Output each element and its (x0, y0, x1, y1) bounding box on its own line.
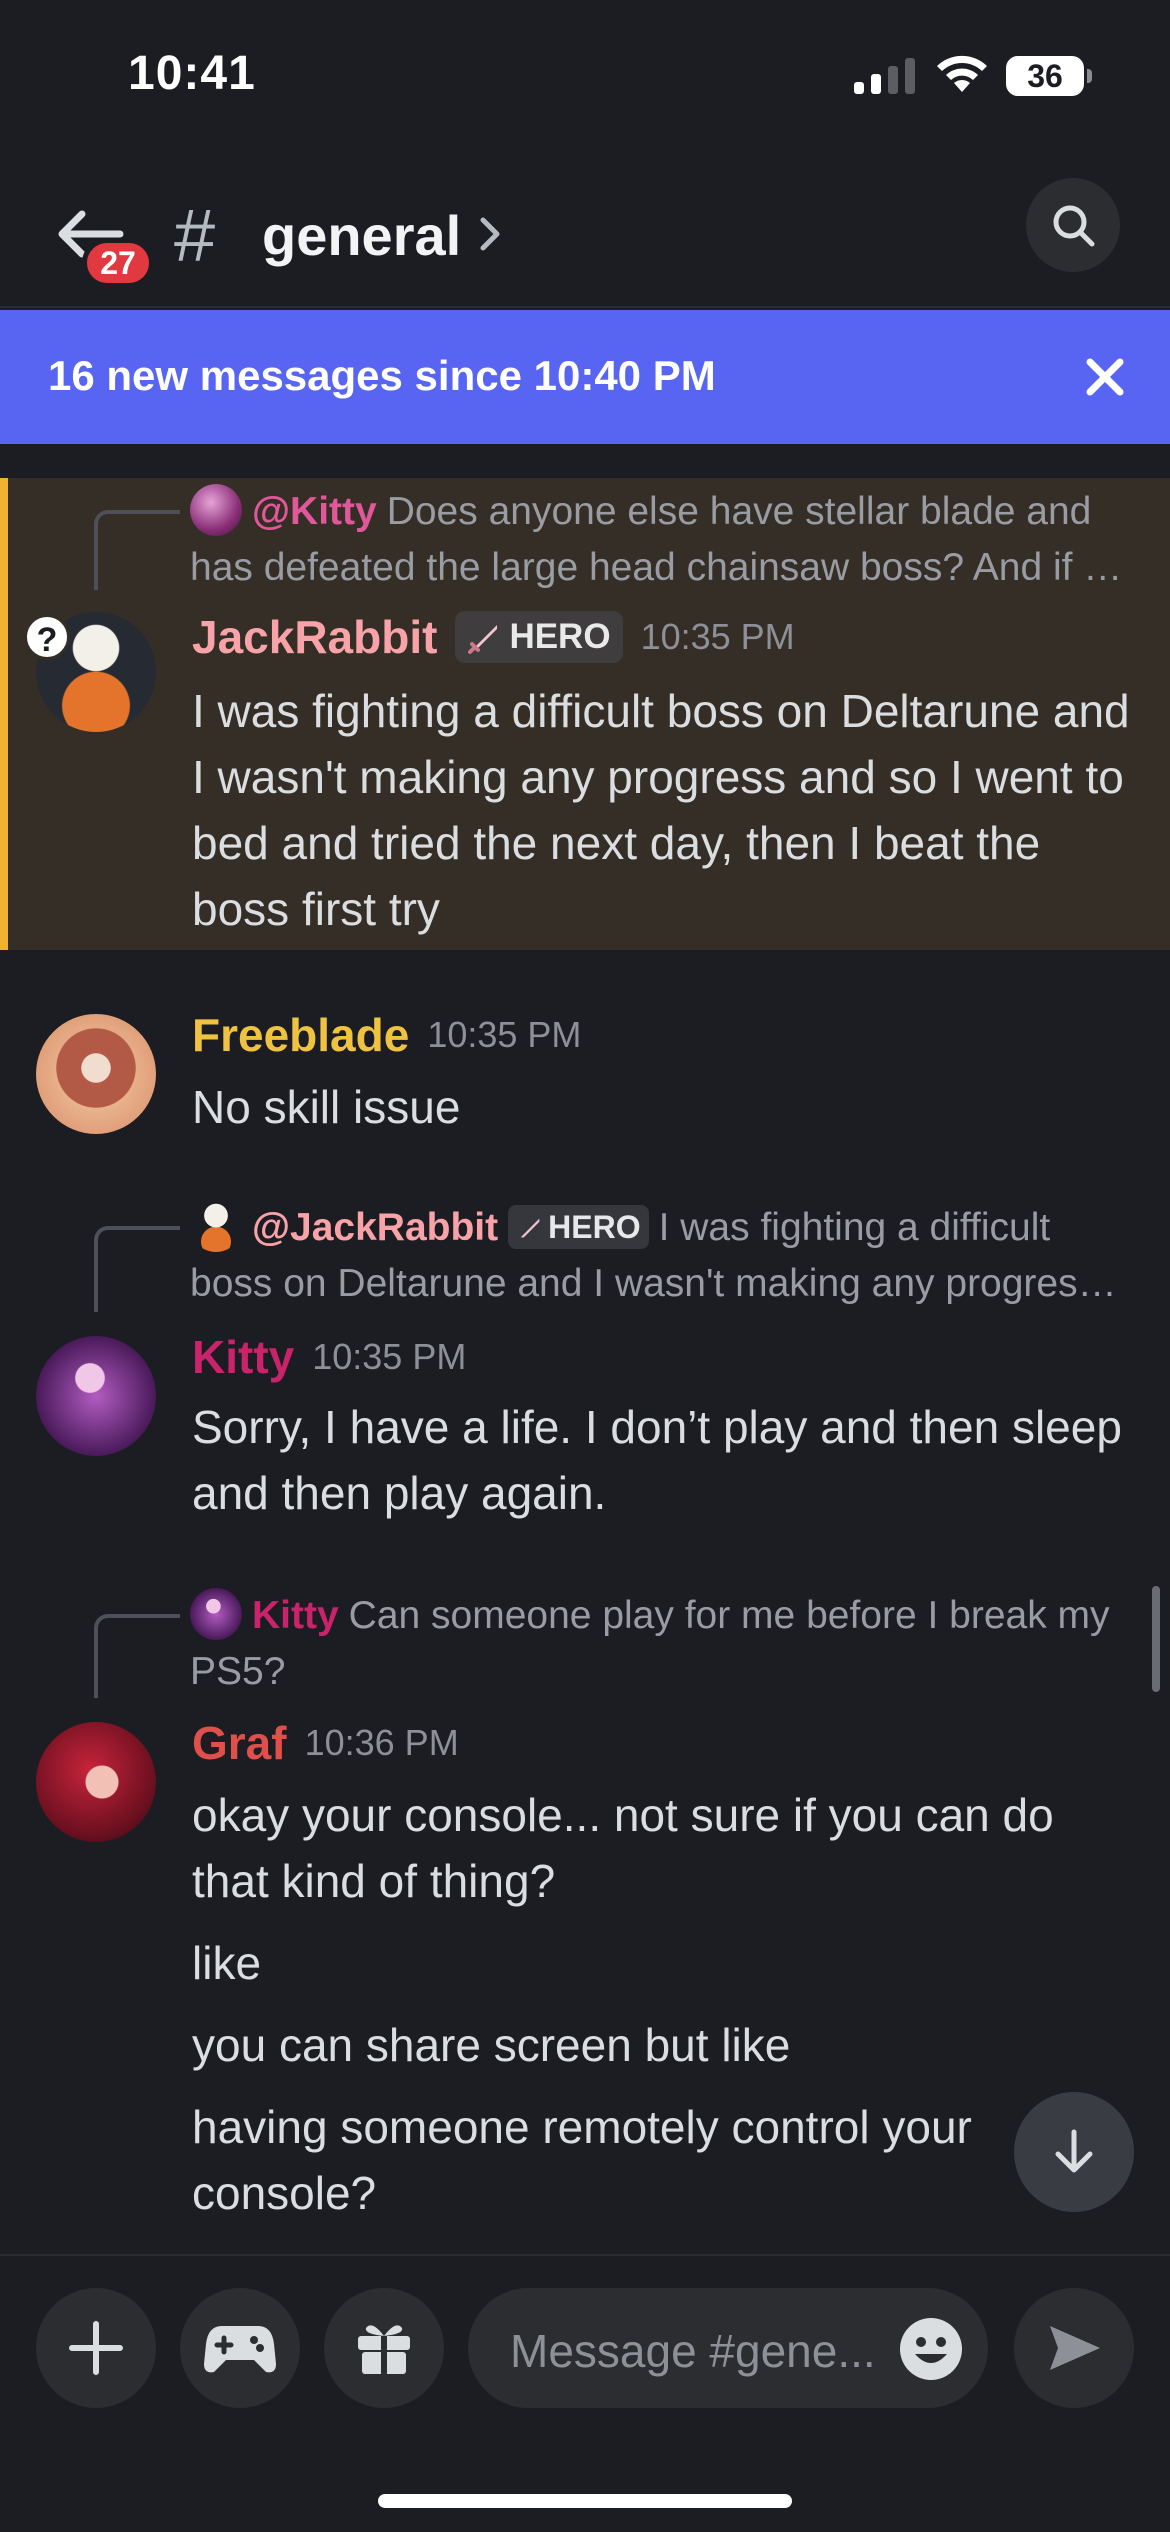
reply-connector (94, 1614, 180, 1698)
send-button[interactable] (1014, 2288, 1134, 2408)
message-text: having someone remotely control your con… (192, 2101, 972, 2219)
message-text: you can share screen but like (192, 2019, 791, 2071)
message-timestamp: 10:35 PM (427, 1014, 582, 1055)
reply-mention: @Kitty (252, 490, 377, 533)
message-timestamp: 10:35 PM (312, 1336, 467, 1377)
reply-avatar (190, 483, 242, 536)
message-text: No skill issue (192, 1081, 461, 1133)
message-input-placeholder: Message #gene... (510, 2325, 876, 2377)
chevron-right-icon[interactable] (478, 212, 502, 256)
gift-icon (358, 2325, 410, 2374)
message-input[interactable]: Message #gene... (468, 2288, 988, 2408)
avatar[interactable] (36, 1014, 156, 1134)
search-button[interactable] (1026, 178, 1120, 272)
unread-count-badge: 27 (82, 238, 154, 288)
battery-icon: 36 (1006, 56, 1092, 96)
reply-preview[interactable]: @JackRabbit HERO I was fighting a difficul… (190, 1199, 1130, 1312)
reply-role-badge: HERO (508, 1204, 649, 1249)
message-text: I was fighting a difficult boss on Delta… (192, 685, 1130, 935)
message-composer: Message #gene... (0, 2254, 1170, 2424)
author-name[interactable]: Freeblade (192, 1008, 409, 1062)
arrow-down-icon (1055, 2129, 1093, 2173)
wifi-icon (937, 55, 987, 92)
reply-avatar (190, 1587, 242, 1640)
search-icon (1053, 205, 1095, 247)
gamepad-icon (204, 2326, 276, 2373)
home-indicator (378, 2494, 792, 2508)
scrollbar[interactable] (1152, 1586, 1160, 1692)
emoji-icon[interactable] (898, 2316, 964, 2382)
avatar[interactable] (36, 1722, 156, 1842)
new-messages-text: 16 new messages since 10:40 PM (48, 352, 716, 399)
avatar[interactable] (36, 1336, 156, 1456)
reply-mention: Kitty (252, 1594, 339, 1637)
message-list[interactable]: @Kitty Does anyone else have stellar blad… (0, 444, 1170, 2254)
message-timestamp: 10:36 PM (304, 1722, 459, 1763)
author-name[interactable]: Graf (192, 1716, 287, 1770)
status-time: 10:41 (128, 47, 256, 100)
author-name[interactable]: Kitty (192, 1330, 294, 1384)
plus-icon (69, 2321, 123, 2375)
reply-preview[interactable]: Kitty Can someone play for me before I br… (190, 1587, 1130, 1700)
author-name[interactable]: JackRabbit (192, 610, 437, 664)
cellular-signal-icon (854, 58, 915, 94)
reply-mention: @JackRabbit (252, 1206, 499, 1249)
reply-connector (94, 1226, 180, 1312)
new-messages-banner[interactable]: 16 new messages since 10:40 PM (0, 310, 1170, 444)
add-attachment-button[interactable] (36, 2288, 156, 2408)
message-text: like (192, 1937, 262, 1989)
sword-icon (468, 625, 498, 654)
message-text: okay your console... not sure if you can… (192, 1789, 1054, 1907)
message-header: JackRabbit HERO 10:35 PM (192, 610, 795, 664)
role-badge-label: HERO (509, 617, 611, 656)
reply-preview[interactable]: @Kitty Does anyone else have stellar blad… (190, 483, 1130, 596)
gift-button[interactable] (324, 2288, 444, 2408)
activities-button[interactable] (180, 2288, 300, 2408)
message-header: Graf 10:36 PM (192, 1716, 459, 1770)
message-timestamp: 10:35 PM (640, 616, 795, 657)
message-header: Freeblade 10:35 PM (192, 1008, 581, 1062)
channel-name[interactable]: general (262, 196, 461, 276)
hash-icon: # (174, 194, 216, 277)
jump-to-bottom-button[interactable] (1014, 2092, 1134, 2212)
send-icon (1050, 2326, 1100, 2370)
sword-icon (520, 1218, 540, 1238)
role-badge: HERO (455, 611, 623, 663)
reply-role-badge-label: HERO (548, 1208, 641, 1245)
reply-avatar (190, 1199, 242, 1252)
channel-header: 27 # general (0, 160, 1170, 308)
reply-connector (94, 510, 180, 590)
close-icon[interactable] (1082, 354, 1128, 400)
question-badge: ? (24, 614, 70, 660)
message-header: Kitty 10:35 PM (192, 1330, 466, 1384)
status-bar: 10:41 36 (0, 0, 1170, 150)
message-text: Sorry, I have a life. I don’t play and t… (192, 1401, 1122, 1519)
